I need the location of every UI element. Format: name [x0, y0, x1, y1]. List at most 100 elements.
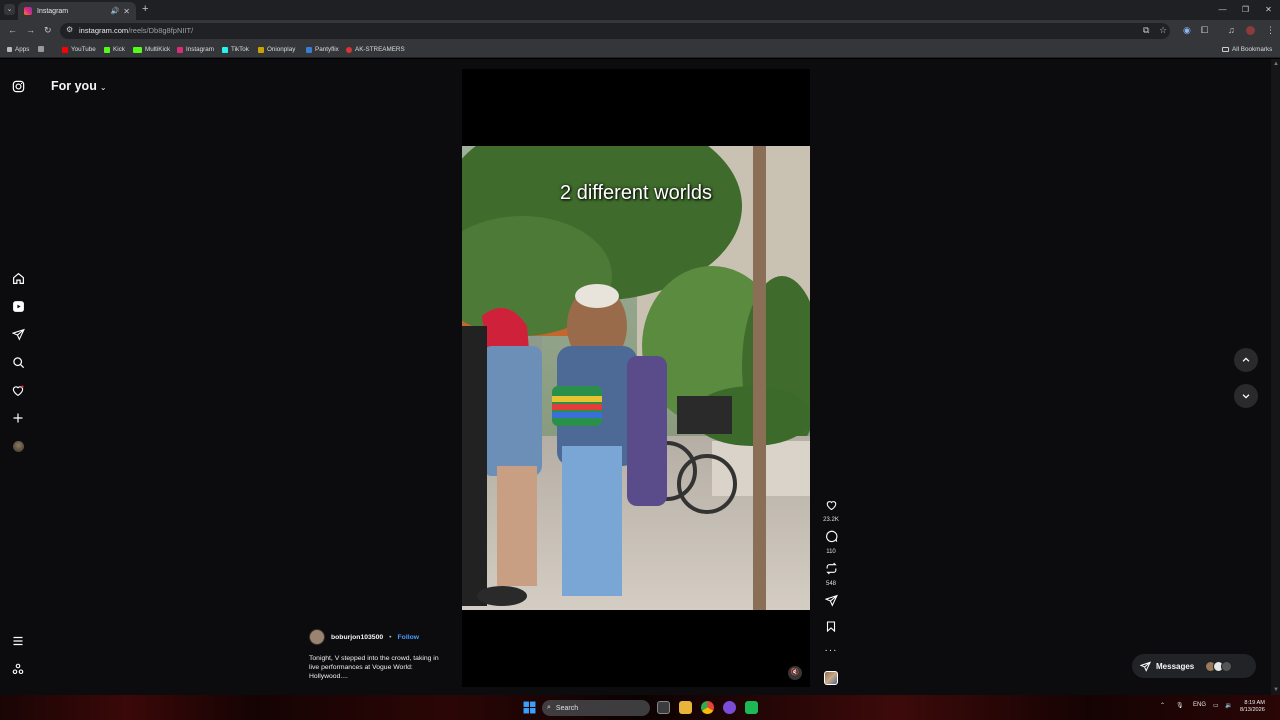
scroll-down-arrow-icon[interactable]: ▼ — [1273, 687, 1279, 693]
comment-count: 110 — [826, 549, 836, 555]
bookmark-pantyflix[interactable]: Pantyflix — [306, 46, 339, 53]
chrome-taskbar-icon[interactable] — [701, 701, 714, 714]
bookmark-tiktok[interactable]: TikTok — [222, 46, 249, 53]
home-icon[interactable] — [9, 269, 27, 287]
more-icon[interactable]: ··· — [820, 645, 842, 656]
heart-icon[interactable] — [9, 381, 27, 399]
task-view-icon[interactable] — [657, 701, 670, 714]
extensions-puzzle-icon[interactable]: ⧠ — [1201, 25, 1208, 36]
previous-reel-button[interactable] — [1234, 348, 1258, 372]
repost-count: 548 — [825, 581, 836, 587]
threads-icon[interactable] — [9, 660, 27, 678]
site-info-icon[interactable]: ⚙ — [66, 25, 73, 34]
send-icon — [1140, 661, 1151, 672]
bookmark-onionplay[interactable]: Onionplay — [258, 46, 295, 53]
messages-label: Messages — [1156, 661, 1195, 671]
bookmark-apps[interactable]: Apps — [7, 46, 29, 53]
browser-tab-bar: ⌄ Instagram 🔊 ✕ + — ❐ ✕ — [0, 0, 1280, 20]
video-frame-illustration — [462, 146, 810, 610]
bookmark-kick[interactable]: Kick — [104, 46, 125, 53]
back-icon[interactable]: ← — [8, 25, 17, 35]
windows-start-icon[interactable] — [523, 701, 536, 714]
microphone-icon[interactable]: 🎙 — [1176, 702, 1184, 709]
discord-icon[interactable] — [723, 701, 736, 714]
window-controls: — ❐ ✕ — [1211, 0, 1280, 20]
bookmark-multikick[interactable]: MultiKick — [133, 46, 170, 53]
tab-title: Instagram — [37, 7, 69, 15]
reels-icon[interactable] — [9, 297, 27, 315]
bookmarks-bar: Apps YouTube Kick MultiKick Instagram Ti… — [0, 42, 1280, 58]
search-icon: ⌕ — [547, 704, 551, 711]
clock-date: 8/13/2026 — [1240, 707, 1265, 713]
heart-icon — [826, 501, 836, 511]
send-icon — [824, 594, 838, 607]
reel-video[interactable]: 2 different worlds — [462, 146, 810, 610]
file-explorer-icon[interactable] — [679, 701, 692, 714]
follow-button[interactable]: Follow — [398, 634, 420, 641]
chevron-down-icon: ⌄ — [99, 83, 107, 92]
separator-dot: • — [389, 633, 392, 641]
install-app-icon[interactable]: ⧉ — [1143, 25, 1149, 36]
search-icon[interactable] — [9, 353, 27, 371]
comment-icon — [825, 530, 837, 543]
forward-icon[interactable]: → — [26, 25, 35, 35]
taskbar-search-placeholder: Search — [555, 704, 579, 712]
message-avatars — [1205, 660, 1233, 672]
save-button[interactable] — [820, 620, 842, 638]
profile-avatar-icon[interactable] — [1246, 26, 1255, 35]
page-scrollbar[interactable]: ▲ ▼ — [1271, 59, 1280, 695]
feed-label: For you — [51, 79, 97, 93]
chrome-menu-icon[interactable]: ⋮ — [1266, 25, 1275, 36]
extension-icon[interactable]: ◉ — [1183, 25, 1191, 36]
minimize-icon[interactable]: — — [1211, 0, 1234, 20]
share-button[interactable] — [820, 594, 842, 612]
bookmark-star-icon[interactable]: ☆ — [1159, 25, 1167, 36]
browser-tab[interactable]: Instagram 🔊 ✕ — [18, 2, 136, 20]
messages-button[interactable]: Messages — [1132, 654, 1256, 678]
author-username[interactable]: boburjon103500 — [331, 634, 383, 641]
reload-icon[interactable]: ↻ — [44, 25, 52, 36]
like-button[interactable]: 23.2K — [820, 498, 842, 523]
close-window-icon[interactable]: ✕ — [1257, 0, 1280, 20]
taskbar-search[interactable]: ⌕ Search — [542, 700, 650, 716]
tab-search-button[interactable]: ⌄ — [4, 4, 15, 15]
close-tab-icon[interactable]: ✕ — [123, 7, 130, 16]
maximize-icon[interactable]: ❐ — [1234, 0, 1257, 20]
reel-caption[interactable]: Tonight, V stepped into the crowd, takin… — [309, 654, 449, 681]
scroll-up-arrow-icon[interactable]: ▲ — [1273, 61, 1279, 67]
language-indicator[interactable]: ENG — [1193, 702, 1206, 708]
address-bar[interactable]: ⚙ instagram.com/reels/Db8g8fpNIIT/ ⧉ ☆ — [60, 23, 1170, 39]
audio-playing-icon[interactable]: 🔊 — [111, 7, 120, 15]
comment-button[interactable]: 110 — [820, 530, 842, 555]
next-reel-button[interactable] — [1234, 384, 1258, 408]
audio-thumbnail[interactable] — [820, 671, 842, 685]
chevron-down-icon — [1242, 394, 1250, 399]
repost-button[interactable]: 548 — [820, 562, 842, 587]
bookmark-youtube[interactable]: YouTube — [62, 46, 96, 53]
app-taskbar-icon[interactable] — [745, 701, 758, 714]
media-control-icon[interactable]: ♫ — [1228, 25, 1235, 35]
volume-icon[interactable]: 🔉 — [1225, 702, 1232, 709]
like-count: 23.2K — [823, 517, 839, 523]
all-bookmarks[interactable]: All Bookmarks — [1222, 46, 1272, 53]
plus-icon[interactable] — [9, 409, 27, 427]
bookmark-grid-icon[interactable] — [38, 46, 44, 52]
profile-avatar[interactable] — [9, 437, 27, 455]
clock-time: 8:19 AM — [1244, 700, 1265, 706]
bookmark-ak-streamers[interactable]: AK-STREAMERS — [346, 46, 405, 53]
system-clock[interactable]: 8:19 AM 8/13/2026 — [1240, 700, 1265, 714]
instagram-favicon-icon — [24, 7, 32, 15]
reel-overlay-text: 2 different worlds — [560, 182, 712, 204]
author-avatar[interactable] — [309, 629, 325, 645]
feed-selector[interactable]: For you ⌄ — [51, 79, 107, 93]
bookmark-instagram[interactable]: Instagram — [177, 46, 214, 53]
menu-icon[interactable] — [9, 632, 27, 650]
send-icon[interactable] — [9, 325, 27, 343]
chevron-up-icon — [1242, 357, 1250, 362]
network-icon[interactable]: ▭ — [1213, 702, 1219, 709]
instagram-icon[interactable] — [9, 77, 27, 95]
reel-author: boburjon103500 • Follow — [309, 629, 419, 645]
mute-toggle-icon[interactable]: 🔇 — [788, 666, 802, 680]
new-tab-button[interactable]: + — [142, 3, 148, 15]
tray-chevron-icon[interactable]: ⌃ — [1160, 702, 1165, 709]
